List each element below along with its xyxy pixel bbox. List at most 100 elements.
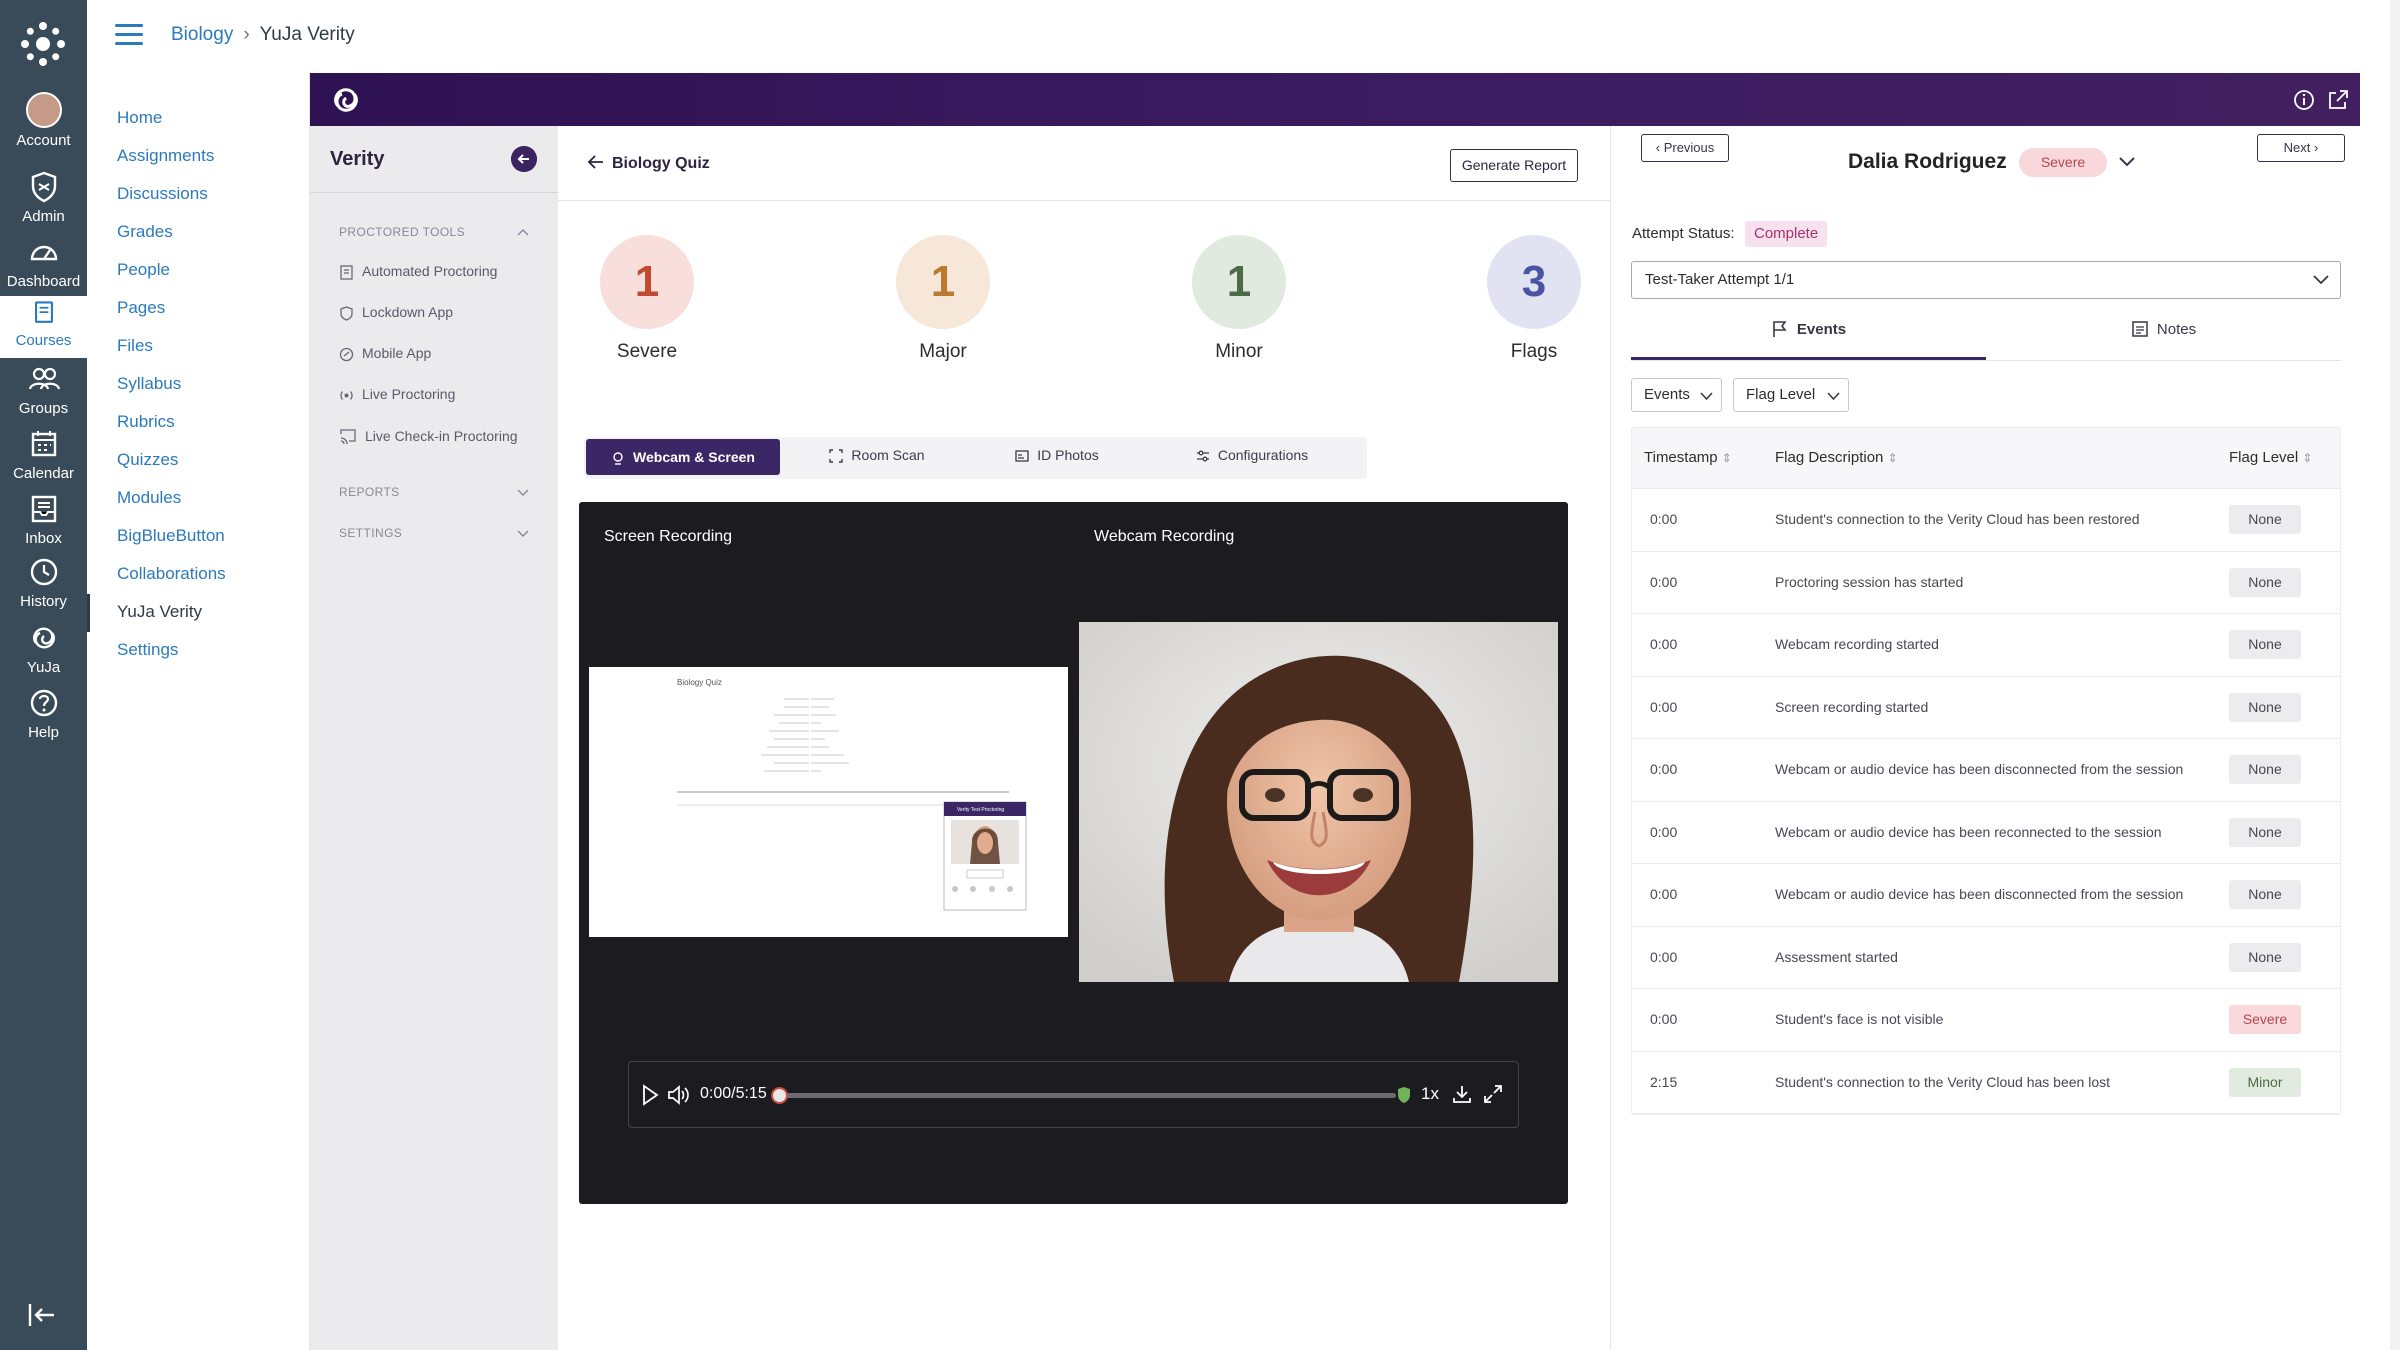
chevron-down-icon[interactable] [2117, 154, 2137, 170]
gnav-help[interactable]: Help [0, 686, 87, 741]
flag-level-filter[interactable]: Flag Level [1733, 378, 1849, 412]
tab-configurations[interactable]: Configurations [1152, 437, 1352, 473]
stat-value: 3 [1487, 235, 1581, 329]
column-timestamp[interactable]: Timestamp ⇕ [1644, 449, 1732, 466]
course-nav-rubrics[interactable]: Rubrics [87, 404, 309, 442]
event-time: 0:00 [1650, 511, 1678, 527]
playback-speed[interactable]: 1x [1421, 1084, 1439, 1104]
course-nav-pages[interactable]: Pages [87, 290, 309, 328]
breadcrumb-course-link[interactable]: Biology [171, 24, 233, 45]
volume-icon[interactable] [667, 1084, 691, 1106]
course-nav-settings[interactable]: Settings [87, 632, 309, 670]
table-row[interactable]: 0:00 Screen recording started None [1632, 677, 2340, 739]
dashboard-icon [30, 245, 57, 261]
media-tabs: Webcam & Screen Room Scan ID Photos Conf… [584, 437, 1367, 479]
attempt-status-label: Attempt Status: [1632, 225, 1735, 242]
webcam-recording-video[interactable] [1079, 622, 1558, 982]
gnav-account[interactable]: Account [0, 92, 87, 149]
table-row[interactable]: 2:15 Student's connection to the Verity C… [1632, 1052, 2340, 1114]
tool-live-proctoring[interactable]: Live Proctoring [339, 386, 455, 403]
scrubber-handle[interactable] [771, 1087, 788, 1104]
tool-live-check-in-proctoring[interactable]: Live Check-in Proctoring [339, 428, 518, 446]
course-nav-bigbluebutton[interactable]: BigBlueButton [87, 518, 309, 556]
info-icon[interactable] [2292, 88, 2316, 112]
gnav-history[interactable]: History [0, 555, 87, 610]
breadcrumb-separator: › [243, 24, 250, 45]
tab-room-scan[interactable]: Room Scan [792, 437, 962, 473]
course-nav-assignments[interactable]: Assignments [87, 138, 309, 176]
collapse-nav-icon[interactable] [26, 1298, 60, 1332]
table-row[interactable]: 0:00 Assessment started None [1632, 927, 2340, 989]
course-nav-people[interactable]: People [87, 252, 309, 290]
column-label: Flag Description [1775, 449, 1884, 466]
previous-button[interactable]: ‹ Previous [1641, 134, 1729, 162]
table-row[interactable]: 0:00 Webcam or audio device has been reco… [1632, 802, 2340, 864]
column-flag-level[interactable]: Flag Level ⇕ [2229, 449, 2312, 466]
chevron-up-icon[interactable] [516, 225, 530, 239]
tab-webcam-screen[interactable]: Webcam & Screen [586, 439, 780, 475]
course-nav-files[interactable]: Files [87, 328, 309, 366]
gnav-label: Groups [18, 400, 69, 417]
next-button[interactable]: Next › [2257, 134, 2345, 162]
gnav-label: History [20, 593, 67, 610]
play-icon[interactable] [640, 1084, 660, 1106]
course-nav-collaborations[interactable]: Collaborations [87, 556, 309, 594]
table-row[interactable]: 0:00 Webcam or audio device has been disc… [1632, 739, 2340, 802]
download-icon[interactable] [1451, 1083, 1473, 1105]
chevron-down-icon[interactable] [516, 526, 530, 540]
screen-recording-video[interactable]: Biology Quiz Verity Test Proctoring [589, 667, 1068, 937]
tab-events[interactable]: Events [1631, 320, 1986, 360]
gnav-inbox[interactable]: Inbox [0, 492, 87, 547]
generate-report-button[interactable]: Generate Report [1450, 149, 1578, 182]
gnav-dashboard[interactable]: Dashboard [0, 235, 87, 290]
course-nav-modules[interactable]: Modules [87, 480, 309, 518]
course-nav-grades[interactable]: Grades [87, 214, 309, 252]
attempt-select[interactable]: Test-Taker Attempt 1/1 [1631, 261, 2341, 299]
column-flag-description[interactable]: Flag Description ⇕ [1775, 449, 1898, 466]
stat-value: 1 [1192, 235, 1286, 329]
stat-label: Severe [616, 341, 678, 362]
tool-mobile-app[interactable]: Mobile App [339, 345, 431, 362]
canvas-logo-icon[interactable] [19, 20, 67, 68]
menu-toggle-button[interactable] [115, 24, 143, 48]
tool-lockdown-app[interactable]: Lockdown App [339, 304, 453, 321]
gnav-groups[interactable]: Groups [0, 362, 87, 417]
course-nav-home[interactable]: Home [87, 100, 309, 138]
event-description: Webcam or audio device has been reconnec… [1775, 823, 2162, 840]
table-row[interactable]: 0:00 Webcam recording started None [1632, 614, 2340, 677]
events-filter[interactable]: Events [1631, 378, 1722, 412]
course-nav-syllabus[interactable]: Syllabus [87, 366, 309, 404]
course-nav-yuja-verity[interactable]: YuJa Verity [87, 594, 309, 632]
gnav-courses[interactable]: Courses [0, 296, 87, 358]
tab-notes[interactable]: Notes [1986, 320, 2341, 360]
table-row[interactable]: 0:00 Webcam or audio device has been disc… [1632, 864, 2340, 927]
playback-scrubber[interactable] [775, 1093, 1396, 1098]
quiz-title-link[interactable]: Biology Quiz [586, 152, 710, 173]
course-nav-quizzes[interactable]: Quizzes [87, 442, 309, 480]
tab-label: Configurations [1217, 447, 1309, 463]
stat-flags[interactable]: 3 Flags [1464, 235, 1604, 363]
event-time: 2:15 [1650, 1073, 1678, 1090]
stat-major[interactable]: 1 Major [873, 235, 1013, 363]
course-nav-discussions[interactable]: Discussions [87, 176, 309, 214]
section-proctored-tools[interactable]: PROCTORED TOOLS [339, 225, 465, 239]
tab-id-photos[interactable]: ID Photos [972, 437, 1142, 473]
gnav-yuja[interactable]: YuJa [0, 621, 87, 676]
flag-level-badge: None [2229, 692, 2301, 722]
table-row[interactable]: 0:00 Proctoring session has started None [1632, 552, 2340, 614]
section-settings[interactable]: SETTINGS [339, 526, 402, 540]
table-row[interactable]: 0:00 Student's face is not visible Severe [1632, 989, 2340, 1052]
gnav-admin[interactable]: Admin [0, 170, 87, 225]
collapse-panel-icon[interactable] [511, 146, 537, 172]
section-reports[interactable]: REPORTS [339, 485, 400, 499]
stat-minor[interactable]: 1 Minor [1169, 235, 1309, 363]
clock-icon [30, 558, 57, 586]
chevron-down-icon[interactable] [516, 485, 530, 499]
page-scrollbar[interactable] [2390, 0, 2400, 1350]
gnav-calendar[interactable]: Calendar [0, 427, 87, 482]
external-link-icon[interactable] [2326, 88, 2350, 112]
stat-severe[interactable]: 1 Severe [577, 235, 717, 363]
fullscreen-icon[interactable] [1482, 1083, 1504, 1105]
tool-automated-proctoring[interactable]: Automated Proctoring [339, 263, 497, 280]
table-row[interactable]: 0:00 Student's connection to the Verity C… [1632, 489, 2340, 552]
